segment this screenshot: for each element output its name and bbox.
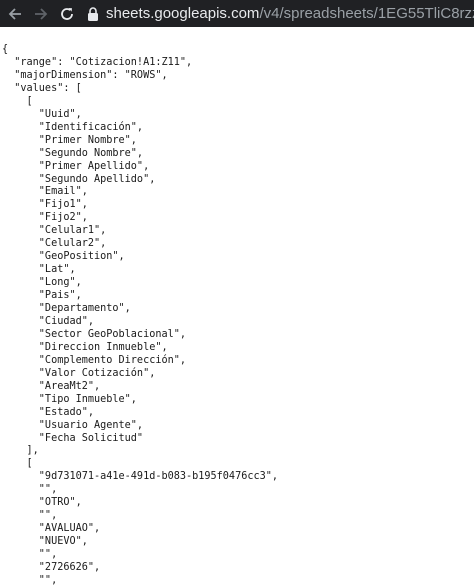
forward-button[interactable] <box>30 3 52 25</box>
reload-button[interactable] <box>56 3 78 25</box>
browser-toolbar: sheets.googleapis.com/v4/spreadsheets/1E… <box>0 0 474 27</box>
json-line: "Usuario Agente", <box>2 419 144 431</box>
url-host: sheets.googleapis.com <box>106 5 260 22</box>
json-line: "Segundo Nombre", <box>2 147 144 159</box>
json-line: "Long", <box>2 277 82 289</box>
json-line: "Direccion Inmueble", <box>2 341 168 353</box>
json-line: "Pais", <box>2 290 82 302</box>
json-line: "majorDimension": "ROWS", <box>2 69 168 81</box>
json-response-viewer: { "range": "Cotizacion!A1:Z11", "majorDi… <box>0 27 474 586</box>
json-line: "Tipo Inmueble", <box>2 393 137 405</box>
json-line: "OTRO", <box>2 497 82 509</box>
json-line: "NUEVO", <box>2 536 88 548</box>
json-line: "Valor Cotización", <box>2 367 156 379</box>
json-line: "Identificación", <box>2 121 144 133</box>
json-line: "Uuid", <box>2 108 82 120</box>
json-line: "Departamento", <box>2 303 131 314</box>
json-line: ], <box>2 445 39 457</box>
json-line: "2726626", <box>2 562 101 573</box>
arrow-right-icon <box>35 7 48 20</box>
json-line: "", <box>2 549 58 561</box>
json-line: "Primer Apellido", <box>2 160 150 172</box>
json-line: "", <box>2 574 58 586</box>
json-line: "GeoPosition", <box>2 251 125 263</box>
json-line: "Celular2", <box>2 238 107 250</box>
lock-icon <box>88 6 98 21</box>
json-line: "AVALUAO", <box>2 523 101 535</box>
json-line: "Complemento Dirección", <box>2 354 187 366</box>
reload-icon <box>61 7 73 20</box>
json-line: { <box>2 44 9 55</box>
json-line: "Lat", <box>2 264 76 276</box>
json-line: "Email", <box>2 186 88 198</box>
back-button[interactable] <box>4 3 26 25</box>
json-line: "Primer Nombre", <box>2 134 137 146</box>
json-line: "Celular1", <box>2 225 107 237</box>
arrow-left-icon <box>8 7 21 20</box>
url-path: /v4/spreadsheets/1EG55TliC8rzzFBJLyINvV7 <box>259 5 474 22</box>
json-line: [ <box>2 95 33 107</box>
json-line: [ <box>2 458 33 470</box>
json-line: "AreaMt2", <box>2 380 101 392</box>
json-line: "range": "Cotizacion!A1:Z11", <box>2 56 193 68</box>
json-line: "Sector GeoPoblacional", <box>2 328 187 340</box>
json-line: "", <box>2 510 58 522</box>
json-line: "values": [ <box>2 82 82 94</box>
json-line: "Fijo1", <box>2 199 88 211</box>
json-line: "", <box>2 484 58 496</box>
json-line: "Segundo Apellido", <box>2 173 156 185</box>
json-line: "Fijo2", <box>2 212 88 224</box>
json-line: "Fecha Solicitud" <box>2 432 144 444</box>
json-line: "Estado", <box>2 406 95 418</box>
json-line: "9d731071-a41e-491d-b083-b195f0476cc3", <box>2 471 279 483</box>
address-bar[interactable]: sheets.googleapis.com/v4/spreadsheets/1E… <box>86 0 474 27</box>
json-line: "Ciudad", <box>2 315 95 327</box>
